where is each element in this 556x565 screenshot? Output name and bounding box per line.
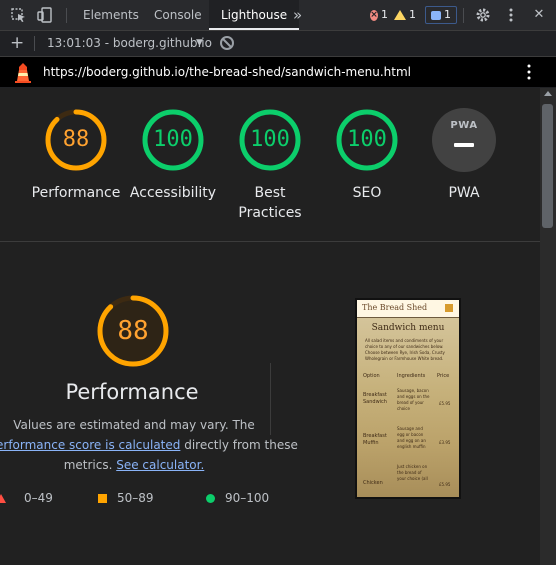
devtools-toolbar: Elements Console Lighthouse » × 1 1 1 ✕ (0, 0, 556, 31)
score-value: 100 (250, 127, 290, 152)
tab-lighthouse[interactable]: Lighthouse (209, 0, 300, 30)
fail-triangle-icon (0, 493, 6, 503)
chevron-down-icon[interactable]: ▼ (196, 35, 203, 51)
see-calculator-link[interactable]: See calculator. (116, 458, 204, 472)
score-calculation-link[interactable]: erformance score is calculated (0, 438, 180, 452)
menu-option: Chicken (363, 480, 383, 486)
new-report-button[interactable]: + (10, 34, 24, 52)
device-toolbar-icon[interactable] (36, 7, 54, 23)
column-header: Option (363, 373, 380, 379)
gauge-performance[interactable]: 88 Performance (30, 108, 122, 203)
column-header: Price (437, 373, 450, 379)
toolbar-separator (34, 36, 35, 51)
gauge-label: Best Practices (238, 185, 302, 221)
menu-price: £5.95 (439, 401, 451, 406)
message-icon (431, 10, 441, 20)
menu-ingredients: Sausage and egg or bacon and egg on an e… (397, 426, 426, 449)
performance-description: Values are estimated and may vary. The e… (0, 415, 298, 475)
errors-count: 1 (381, 8, 388, 21)
screenshot-brand: The Bread Shed (362, 303, 428, 312)
inspect-element-icon[interactable] (10, 7, 28, 23)
score-ring: 88 (44, 108, 108, 172)
kebab-menu-icon[interactable] (502, 7, 520, 23)
lighthouse-logo-icon (15, 63, 31, 83)
description-text: metrics. (63, 458, 117, 472)
report-select[interactable]: 13:01:03 - boderg.github.io (47, 35, 212, 51)
gauge-seo[interactable]: 100 SEO (321, 108, 413, 203)
tab-console[interactable]: Console (142, 0, 214, 30)
average-square-icon (98, 493, 107, 503)
column-divider (270, 363, 271, 435)
final-screenshot[interactable]: The Bread Shed Sandwich menu All salad i… (355, 298, 461, 499)
score-ring: 100 (335, 108, 399, 172)
menu-option: Breakfast Sandwich (363, 392, 387, 405)
pass-circle-icon (206, 493, 215, 503)
gauge-pwa[interactable]: PWA PWA (418, 108, 510, 203)
more-tabs-icon[interactable]: » (287, 0, 308, 30)
menu-price: £3.95 (439, 440, 451, 445)
gauge-label: Performance (31, 185, 121, 201)
gauge-best-practices[interactable]: 100 Best Practices (224, 108, 316, 223)
screenshot-header: The Bread Shed (357, 300, 459, 318)
score-value: 100 (153, 127, 193, 152)
legend-average: 50–89 (98, 490, 154, 506)
description-line: metrics. See calculator. (0, 455, 268, 475)
score-value: 100 (347, 127, 387, 152)
report-menu-icon[interactable] (527, 63, 531, 81)
performance-score: 88 (117, 316, 149, 346)
legend-range: 0–49 (24, 491, 53, 505)
description-line: erformance score is calculated directly … (0, 435, 298, 455)
toolbar-separator (66, 8, 67, 23)
pwa-badge-text: PWA (450, 120, 478, 131)
scroll-up-arrow-icon[interactable] (544, 91, 552, 96)
menu-option: Breakfast Muffin (363, 433, 387, 446)
warnings-count: 1 (409, 8, 416, 21)
gauge-label: PWA (448, 185, 480, 201)
gauge-accessibility[interactable]: 100 Accessibility (127, 108, 219, 203)
messages-counter[interactable]: 1 (425, 6, 457, 24)
legend-range: 50–89 (117, 491, 154, 505)
column-header: Ingredients (397, 373, 426, 379)
warning-icon (394, 10, 406, 20)
lighthouse-report: 88 Performance 100 Accessibility 100 Bes… (0, 88, 540, 565)
close-icon[interactable]: ✕ (530, 7, 548, 23)
report-selector-bar: + 13:01:03 - boderg.github.io ▼ (0, 31, 556, 57)
menu-ingredients: Just chicken on the bread of your choice… (397, 464, 428, 481)
menu-price: £5.95 (439, 482, 451, 487)
messages-count: 1 (444, 8, 451, 21)
section-divider (0, 241, 540, 242)
audited-url: https://boderg.github.io/the-bread-shed/… (43, 65, 411, 79)
error-icon: × (370, 9, 378, 21)
screenshot-title: Sandwich menu (371, 323, 445, 333)
hamburger-menu-icon (445, 304, 453, 312)
tab-elements[interactable]: Elements (71, 0, 151, 30)
score-value: 88 (62, 127, 90, 152)
legend-pass: 90–100 (206, 490, 269, 506)
toolbar-separator (463, 8, 464, 23)
settings-gear-icon[interactable] (474, 7, 492, 23)
scrollbar-thumb[interactable] (542, 104, 553, 228)
issues-counter[interactable]: × 1 1 (365, 6, 421, 24)
performance-title: Performance (65, 380, 199, 404)
gauge-label: Accessibility (129, 185, 217, 201)
score-ring: 100 (141, 108, 205, 172)
description-line: Values are estimated and may vary. The (13, 418, 255, 432)
score-ring: 100 (238, 108, 302, 172)
menu-ingredients: Sausage, bacon and eggs on the bread of … (397, 388, 430, 411)
report-url-bar: https://boderg.github.io/the-bread-shed/… (0, 57, 556, 87)
clear-reports-icon[interactable] (220, 36, 234, 50)
gauge-label: SEO (352, 185, 382, 201)
legend-fail: 0–49 (0, 490, 53, 506)
description-text: directly from these (180, 438, 298, 452)
screenshot-intro: All salad items and condiments of your c… (365, 338, 445, 361)
legend-range: 90–100 (225, 491, 270, 505)
pwa-badge: PWA (432, 108, 496, 172)
